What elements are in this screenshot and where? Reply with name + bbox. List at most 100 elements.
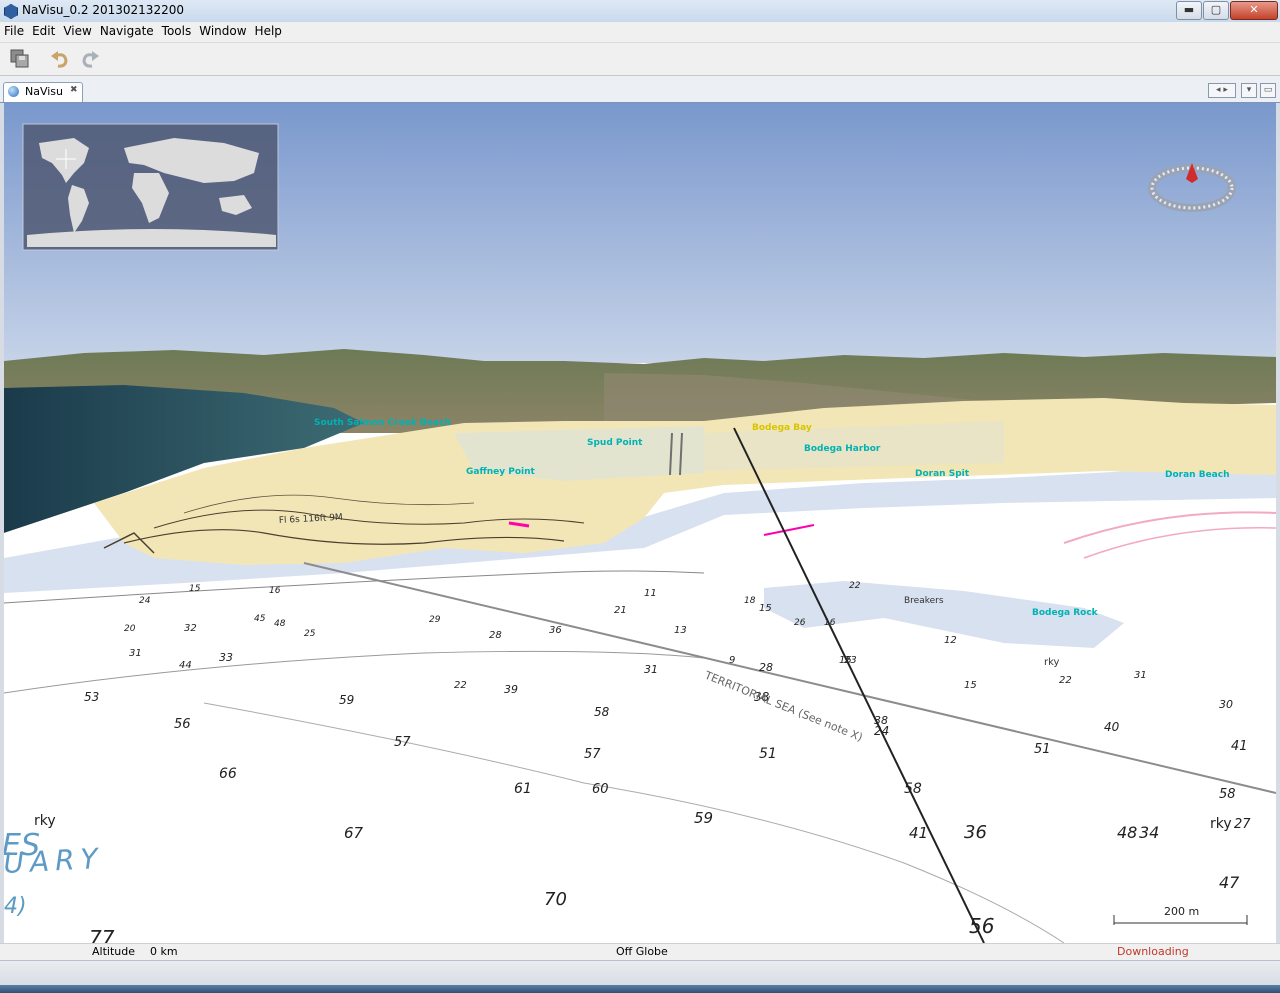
depth-sounding: 22 bbox=[1059, 675, 1072, 686]
place-label: South Salmon Creek Beach bbox=[314, 418, 451, 428]
chart-annotation: rky bbox=[1210, 816, 1232, 832]
place-label: Bodega Rock bbox=[1032, 608, 1099, 618]
depth-sounding: 39 bbox=[504, 683, 518, 696]
depth-sounding: 67 bbox=[344, 824, 364, 842]
globe-state: Off Globe bbox=[616, 945, 668, 958]
menu-view[interactable]: View bbox=[59, 22, 95, 38]
depth-sounding: 58 bbox=[1219, 787, 1236, 802]
redo-icon[interactable] bbox=[79, 48, 101, 70]
globe-icon bbox=[8, 86, 19, 97]
depth-sounding: 60 bbox=[592, 782, 609, 797]
chart-annotation: rky bbox=[34, 813, 56, 829]
depth-sounding: 31 bbox=[129, 648, 142, 659]
menu-window[interactable]: Window bbox=[195, 22, 250, 38]
depth-sounding: 44 bbox=[179, 660, 192, 671]
depth-sounding: 58 bbox=[594, 705, 610, 719]
depth-sounding: 36 bbox=[549, 625, 562, 636]
place-label: Bodega Harbor bbox=[804, 444, 881, 454]
sanctuary-label-2: UARY bbox=[4, 842, 104, 880]
depth-sounding: 27 bbox=[1234, 817, 1251, 832]
depth-sounding: 51 bbox=[759, 746, 777, 762]
menu-help[interactable]: Help bbox=[251, 22, 286, 38]
place-label: Doran Spit bbox=[915, 469, 970, 479]
depth-sounding: 33 bbox=[219, 651, 233, 664]
depth-sounding: 22 bbox=[849, 581, 861, 591]
depth-sounding: 38 bbox=[874, 714, 888, 727]
depth-sounding: 18 bbox=[744, 596, 756, 606]
app-icon bbox=[4, 4, 18, 19]
depth-sounding: 9 bbox=[729, 655, 735, 666]
depth-sounding: 28 bbox=[489, 630, 502, 641]
depth-sounding: 47 bbox=[1219, 873, 1240, 892]
depth-sounding: 16 bbox=[269, 586, 281, 596]
depth-sounding: 22 bbox=[454, 680, 467, 691]
depth-sounding: 24 bbox=[139, 596, 151, 606]
menu-tools[interactable]: Tools bbox=[158, 22, 196, 38]
tab-dropdown-button[interactable]: ▾ bbox=[1241, 83, 1257, 98]
depth-sounding: 29 bbox=[429, 615, 441, 625]
depth-sounding: 56 bbox=[174, 717, 191, 732]
title-bar: NaVisu_0.2 201302132200 ▬ ▢ ✕ bbox=[0, 0, 1280, 23]
depth-sounding: 41 bbox=[909, 824, 928, 842]
depth-sounding: 77 bbox=[89, 926, 115, 943]
breakers-label: Breakers bbox=[904, 596, 944, 606]
depth-sounding: 34 bbox=[1139, 823, 1159, 842]
altitude-label: Altitude bbox=[92, 945, 135, 958]
status-bar: Altitude 0 km Off Globe Downloading bbox=[0, 943, 1280, 961]
depth-sounding: 31 bbox=[644, 663, 658, 676]
depth-sounding: 31 bbox=[1134, 670, 1147, 681]
depth-sounding: 59 bbox=[694, 809, 713, 827]
depth-sounding: 16 bbox=[824, 618, 836, 628]
depth-sounding: 48 bbox=[1117, 823, 1137, 842]
depth-sounding: 66 bbox=[219, 766, 237, 782]
close-button[interactable]: ✕ bbox=[1230, 1, 1278, 20]
place-label: Spud Point bbox=[587, 438, 643, 448]
depth-sounding: 30 bbox=[1219, 698, 1233, 711]
depth-sounding: 32 bbox=[184, 623, 197, 634]
depth-sounding: 15 bbox=[759, 603, 772, 614]
place-label: Bodega Bay bbox=[752, 423, 812, 433]
depth-sounding: 12 bbox=[944, 635, 957, 646]
menu-edit[interactable]: Edit bbox=[28, 22, 59, 38]
maximize-button[interactable]: ▢ bbox=[1203, 1, 1229, 20]
minimize-button[interactable]: ▬ bbox=[1176, 1, 1202, 20]
depth-sounding: 15 bbox=[189, 584, 201, 594]
download-status: Downloading bbox=[1117, 945, 1189, 958]
depth-sounding: 23 bbox=[844, 655, 857, 666]
altitude-value: 0 km bbox=[150, 945, 178, 958]
tab-maximize-button[interactable]: ▭ bbox=[1260, 83, 1276, 98]
tab-navisu[interactable]: NaVisu ✖ bbox=[3, 82, 83, 102]
tab-close-icon[interactable]: ✖ bbox=[70, 85, 78, 95]
chart-annotation: rky bbox=[1044, 657, 1060, 668]
depth-sounding: 57 bbox=[394, 735, 411, 750]
depth-sounding: 45 bbox=[254, 614, 266, 624]
menu-navigate[interactable]: Navigate bbox=[96, 22, 158, 38]
depth-sounding: 48 bbox=[274, 619, 286, 629]
depth-sounding: 58 bbox=[904, 781, 922, 797]
place-label: Gaffney Point bbox=[466, 467, 536, 477]
depth-sounding: 51 bbox=[1034, 742, 1051, 757]
window-title: NaVisu_0.2 201302132200 bbox=[22, 3, 184, 17]
depth-sounding: 13 bbox=[674, 625, 687, 636]
os-taskbar bbox=[0, 960, 1280, 993]
sanctuary-label-3: 4) bbox=[4, 894, 27, 919]
depth-sounding: 28 bbox=[759, 661, 773, 674]
world-overview-map[interactable] bbox=[22, 123, 279, 251]
menu-bar: File Edit View Navigate Tools Window Help bbox=[0, 22, 1280, 43]
menu-file[interactable]: File bbox=[0, 22, 28, 38]
depth-sounding: 11 bbox=[644, 588, 657, 599]
map-viewport[interactable]: ES UARY 4) Breakers 200 m South Salmon C… bbox=[4, 103, 1276, 943]
tab-scroll-buttons[interactable]: ◂ ▸ bbox=[1208, 83, 1236, 98]
chart-3d-scene[interactable]: ES UARY 4) Breakers 200 m South Salmon C… bbox=[4, 103, 1276, 943]
depth-sounding: 25 bbox=[304, 629, 316, 639]
depth-sounding: 53 bbox=[84, 690, 99, 704]
depth-sounding: 15 bbox=[964, 680, 977, 691]
depth-sounding: 40 bbox=[1104, 720, 1120, 734]
depth-sounding: 21 bbox=[614, 605, 627, 616]
editor-tab-bar: NaVisu ✖ bbox=[0, 76, 1280, 103]
depth-sounding: 56 bbox=[969, 914, 994, 938]
toolbar bbox=[0, 43, 1280, 76]
undo-icon[interactable] bbox=[49, 48, 71, 70]
save-all-icon[interactable] bbox=[9, 48, 31, 70]
depth-sounding: 59 bbox=[339, 693, 354, 707]
